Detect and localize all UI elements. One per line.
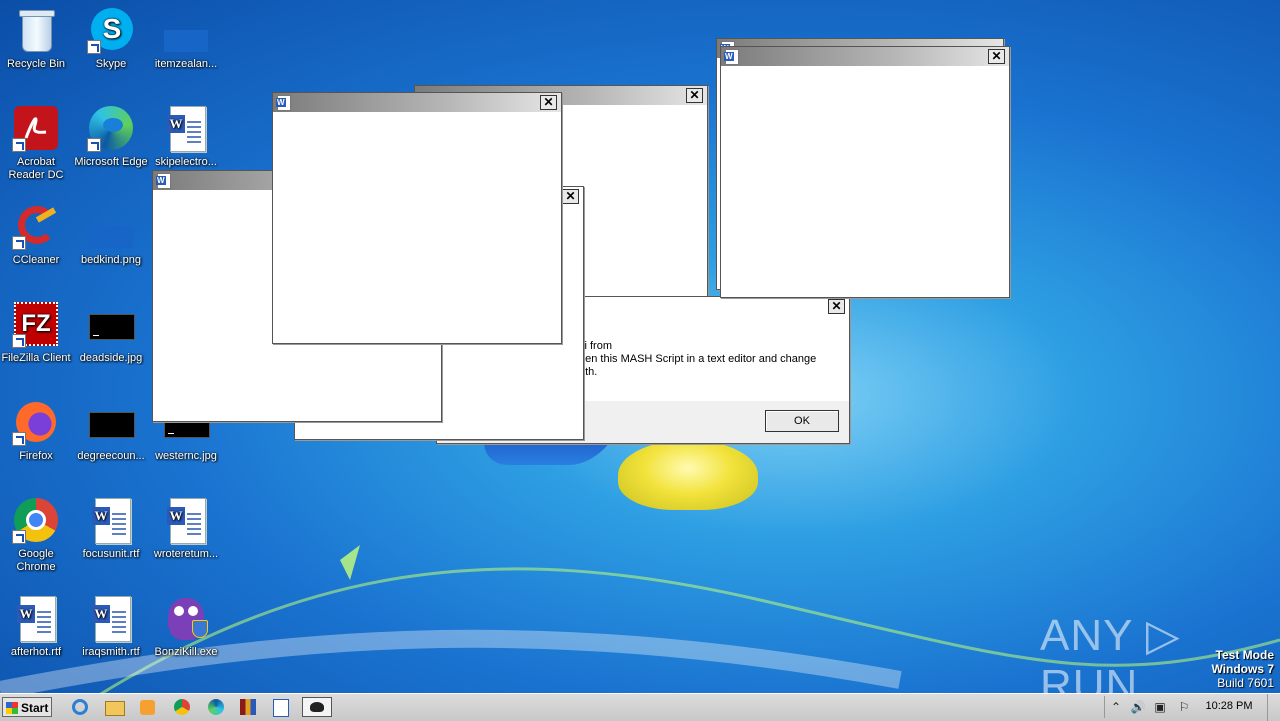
system-clock[interactable]: 10:28 PM (1200, 700, 1258, 712)
desktop-icon-label: itemzealan... (154, 58, 218, 70)
desktop-icon-afterhot[interactable]: W afterhot.rtf (0, 594, 74, 659)
tray-separator (1104, 696, 1105, 718)
desktop-icon-edge[interactable]: Microsoft Edge (73, 104, 149, 169)
desktop-icon-label: skipelectro... (155, 156, 217, 168)
start-label: Start (21, 701, 49, 715)
image-file-icon (87, 202, 135, 250)
word-document-icon: W (87, 594, 135, 642)
recycle-bin-icon (12, 6, 60, 54)
ok-button[interactable]: OK (765, 410, 839, 432)
action-center-flag-icon[interactable]: ⚐ (1176, 699, 1192, 715)
desktop-icon-label: Skype (95, 58, 127, 70)
image-file-icon (87, 300, 135, 348)
edge-icon (87, 104, 135, 152)
desktop-icon-label: bedkind.png (81, 254, 141, 266)
acrobat-icon (12, 104, 60, 152)
media-player-icon[interactable] (136, 697, 160, 717)
desktop-icon-label: CCleaner (12, 254, 60, 266)
desktop-icon-chrome[interactable]: Google Chrome (0, 496, 74, 574)
desktop-icon-label: Microsoft Edge (74, 156, 148, 168)
chrome-taskbar-icon[interactable] (170, 697, 194, 717)
desktop-icon-bedkind[interactable]: bedkind.png (73, 202, 149, 267)
volume-icon[interactable]: 🔊 (1130, 699, 1146, 715)
desktop-icon-label: Firefox (19, 450, 53, 462)
skype-icon: S (87, 6, 135, 54)
filezilla-icon: FZ (12, 300, 60, 348)
word-document-icon: W (162, 496, 210, 544)
desktop-icon-label: degreecoun... (77, 450, 145, 462)
desktop-icon-ccleaner[interactable]: CCleaner (0, 202, 74, 267)
bonzi-icon (162, 594, 210, 642)
close-icon[interactable]: ✕ (988, 49, 1005, 64)
desktop-icon-skipelectro[interactable]: W skipelectro... (148, 104, 224, 169)
word-app-icon (724, 49, 739, 65)
bonzi-taskbar-icon[interactable] (302, 697, 332, 717)
build-line: Build 7601 (1217, 676, 1274, 690)
word-taskbar-icon[interactable] (268, 697, 292, 717)
desktop-icon-label: focusunit.rtf (82, 548, 140, 560)
popup-window-front[interactable]: ✕ (272, 92, 562, 344)
window-titlebar[interactable]: ✕ (721, 47, 1009, 66)
desktop-icon-label: westernc.jpg (155, 450, 217, 462)
popup-window-right[interactable]: ✕ (720, 46, 1010, 298)
test-mode-notice: Test Mode Windows 7 Build 7601 (1211, 648, 1274, 690)
ccleaner-icon (12, 202, 60, 250)
word-app-icon (276, 95, 291, 111)
desktop-icon-label: BonziKill.exe (154, 646, 218, 658)
desktop-icon-label: iraqsmith.rtf (82, 646, 140, 658)
desktop-icon-skype[interactable]: S Skype (73, 6, 149, 71)
close-icon[interactable]: ✕ (562, 189, 579, 204)
wallpaper-yellow-petal (618, 440, 758, 510)
chrome-icon (12, 496, 60, 544)
desktop-icon-degreecoun[interactable]: degreecoun... (73, 398, 149, 463)
desktop-icon-label: Acrobat Reader DC (8, 156, 64, 181)
firefox-icon (12, 398, 60, 446)
desktop-icon-label: Google Chrome (16, 548, 56, 573)
desktop-icon-acrobat[interactable]: Acrobat Reader DC (0, 104, 74, 182)
taskbar: Start ⌃ 🔊 ▣ ⚐ 10:28 PM (0, 693, 1280, 721)
internet-explorer-icon[interactable] (68, 697, 92, 717)
word-document-icon: W (87, 496, 135, 544)
desktop-icon-firefox[interactable]: Firefox (0, 398, 74, 463)
windows-version-line: Windows 7 (1211, 662, 1274, 676)
windows-flag-icon (6, 702, 18, 714)
window-titlebar[interactable]: ✕ (273, 93, 561, 112)
explorer-folder-icon[interactable] (102, 697, 126, 717)
desktop-icon-recycle-bin[interactable]: Recycle Bin (0, 6, 74, 71)
test-mode-line: Test Mode (1215, 648, 1274, 662)
show-hidden-icons-icon[interactable]: ⌃ (1108, 699, 1124, 715)
desktop-icon-iraqsmith[interactable]: W iraqsmith.rtf (73, 594, 149, 659)
close-icon[interactable]: ✕ (686, 88, 703, 103)
desktop-icon-filezilla[interactable]: FZ FileZilla Client (0, 300, 74, 365)
word-app-icon (156, 173, 171, 189)
desktop-icon-label: Recycle Bin (6, 58, 66, 70)
network-icon[interactable]: ▣ (1152, 699, 1168, 715)
edge-taskbar-icon[interactable] (204, 697, 228, 717)
desktop-icon-label: afterhot.rtf (10, 646, 62, 658)
desktop-icon-wroteretum[interactable]: W wroteretum... (148, 496, 224, 561)
desktop-icon-focusunit[interactable]: W focusunit.rtf (73, 496, 149, 561)
word-document-icon: W (162, 104, 210, 152)
desktop-icon-itemzealan[interactable]: itemzealan... (148, 6, 224, 71)
close-icon[interactable]: ✕ (828, 299, 845, 314)
archive-icon[interactable] (236, 697, 260, 717)
dialog-message-line-2: pen this MASH Script in a text editor an… (579, 353, 817, 365)
close-icon[interactable]: ✕ (540, 95, 557, 110)
desktop-icon-deadside[interactable]: deadside.jpg (73, 300, 149, 365)
desktop-icon-label: FileZilla Client (1, 352, 71, 364)
image-file-icon (87, 398, 135, 446)
image-file-icon (162, 6, 210, 54)
word-document-icon: W (12, 594, 60, 642)
desktop-icon-bonzikill[interactable]: BonziKill.exe (148, 594, 224, 659)
start-button[interactable]: Start (2, 697, 52, 717)
desktop-icon-label: wroteretum... (153, 548, 219, 560)
desktop-icon-label: deadside.jpg (79, 352, 143, 364)
show-desktop-button[interactable] (1267, 694, 1280, 721)
